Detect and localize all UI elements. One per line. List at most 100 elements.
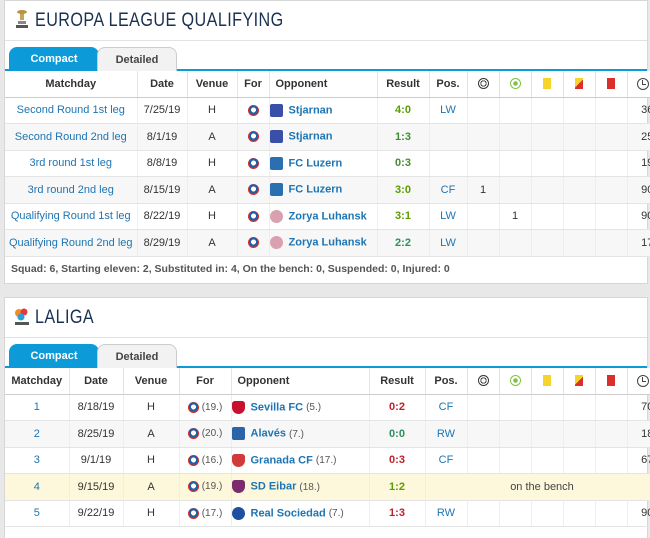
opponent-link[interactable]: FC Luzern <box>289 184 343 196</box>
yellow-red <box>563 97 596 124</box>
tab-detailed[interactable]: Detailed <box>97 344 177 368</box>
for-club[interactable] <box>237 150 270 177</box>
for-club[interactable]: (19.) <box>179 473 232 501</box>
match-date: 8/29/19 <box>137 229 188 257</box>
tab-compact[interactable]: Compact <box>9 47 99 71</box>
opponent-link[interactable]: SD Eibar <box>251 481 297 493</box>
fc-luzern-crest-icon[interactable] <box>269 183 283 197</box>
yellow <box>531 394 564 421</box>
for-club[interactable]: (16.) <box>179 447 232 474</box>
yellow-red <box>563 229 596 257</box>
matchday-link[interactable]: 3rd round 2nd leg <box>5 176 138 204</box>
match-result[interactable]: 0:3 <box>369 447 426 474</box>
matchday-link[interactable]: Qualifying Round 1st leg <box>5 203 138 230</box>
match-result[interactable]: 0:2 <box>369 394 426 421</box>
tab-detailed[interactable]: Detailed <box>97 47 177 71</box>
europa-league-table: Matchday Date Venue For Opponent Result … <box>5 71 650 257</box>
matchday-link[interactable]: 2 <box>5 420 70 448</box>
assists <box>499 150 532 177</box>
for-club[interactable] <box>237 97 270 124</box>
matchday-link[interactable]: 3rd round 1st leg <box>5 150 138 177</box>
col-venue: Venue <box>123 368 180 395</box>
for-club[interactable] <box>237 123 270 151</box>
red <box>595 420 628 448</box>
col-result: Result <box>369 368 426 395</box>
matchday-link[interactable]: 5 <box>5 500 70 527</box>
zorya-crest-icon[interactable] <box>269 236 283 250</box>
matchday-link[interactable]: 1 <box>5 394 70 421</box>
matchday-link[interactable]: Second Round 2nd leg <box>5 123 138 151</box>
opponent-link[interactable]: Alavés <box>251 428 286 440</box>
for-club[interactable]: (20.) <box>179 420 232 448</box>
for-club[interactable] <box>237 176 270 204</box>
col-yellow <box>531 368 564 395</box>
red-card-icon <box>607 78 615 90</box>
opponent-link[interactable]: Zorya Luhansk <box>289 237 367 249</box>
europa-league-box: EUROPA LEAGUE QUALIFYING Compact Detaile… <box>4 0 650 284</box>
assists <box>499 123 532 151</box>
position <box>429 123 468 151</box>
alaves-crest-icon[interactable] <box>231 427 245 441</box>
col-minutes <box>627 71 650 98</box>
match-result[interactable]: 1:3 <box>377 123 430 151</box>
assist-icon <box>509 375 521 387</box>
sevilla-crest-icon[interactable] <box>231 400 245 414</box>
opponent-cell: Real Sociedad (7.) <box>231 500 370 527</box>
matchday-link[interactable]: 3 <box>5 447 70 474</box>
goals <box>467 150 500 177</box>
espanyol-crest-icon <box>187 428 199 440</box>
tab-bar: Compact Detailed <box>5 338 647 368</box>
match-date: 8/22/19 <box>137 203 188 230</box>
yellow <box>531 97 564 124</box>
matchday-link[interactable]: Qualifying Round 2nd leg <box>5 229 138 257</box>
opponent-cell: FC Luzern <box>269 150 378 177</box>
opponent-link[interactable]: Stjarnan <box>289 104 333 116</box>
match-result[interactable]: 3:1 <box>377 203 430 230</box>
ball-icon <box>477 375 489 387</box>
opponent-cell: Zorya Luhansk <box>269 229 378 257</box>
opponent-link[interactable]: Stjarnan <box>289 131 333 143</box>
eibar-crest-icon[interactable] <box>231 480 245 494</box>
opponent-cell: Alavés (7.) <box>231 420 370 448</box>
match-result[interactable]: 0:0 <box>369 420 426 448</box>
match-result[interactable]: 2:2 <box>377 229 430 257</box>
opponent-link[interactable]: Granada CF <box>251 454 313 466</box>
for-club[interactable] <box>237 229 270 257</box>
red <box>595 97 628 124</box>
opponent-link[interactable]: Real Sociedad <box>251 507 326 519</box>
assists <box>499 176 532 204</box>
for-club[interactable]: (17.) <box>179 500 232 527</box>
yellow <box>531 229 564 257</box>
stjarnan-crest-icon[interactable] <box>269 103 283 117</box>
opponent-link[interactable]: FC Luzern <box>289 157 343 169</box>
match-result[interactable]: 0:3 <box>377 150 430 177</box>
europa-league-logo-icon <box>16 10 28 28</box>
fc-luzern-crest-icon[interactable] <box>269 156 283 170</box>
for-club[interactable] <box>237 203 270 230</box>
zorya-crest-icon[interactable] <box>269 209 283 223</box>
granada-crest-icon[interactable] <box>231 453 245 467</box>
match-result[interactable]: 3:0 <box>377 176 430 204</box>
real-sociedad-crest-icon[interactable] <box>231 506 245 520</box>
col-red <box>595 71 628 98</box>
match-result[interactable]: 1:2 <box>369 473 426 501</box>
tab-compact[interactable]: Compact <box>9 344 99 368</box>
opponent-link[interactable]: Sevilla FC <box>251 401 304 413</box>
stjarnan-crest-icon[interactable] <box>269 130 283 144</box>
table-header-row: Matchday Date Venue For Opponent Result … <box>5 368 650 395</box>
match-result[interactable]: 4:0 <box>377 97 430 124</box>
matchday-link[interactable]: Second Round 1st leg <box>5 97 138 124</box>
goals: 1 <box>467 176 500 204</box>
for-club[interactable]: (19.) <box>179 394 232 421</box>
col-result: Result <box>377 71 430 98</box>
match-date: 7/25/19 <box>137 97 188 124</box>
table-row: 3 9/1/19 H (16.) Granada CF (17.) 0:3 CF … <box>5 447 650 474</box>
red <box>595 176 628 204</box>
matchday-link[interactable]: 4 <box>5 473 70 501</box>
match-venue: A <box>187 176 238 204</box>
minutes: 90' <box>627 176 650 204</box>
opponent-link[interactable]: Zorya Luhansk <box>289 210 367 222</box>
table-row: Second Round 2nd leg 8/1/19 A Stjarnan 1… <box>5 123 650 151</box>
match-result[interactable]: 1:3 <box>369 500 426 527</box>
match-venue: H <box>123 447 180 474</box>
